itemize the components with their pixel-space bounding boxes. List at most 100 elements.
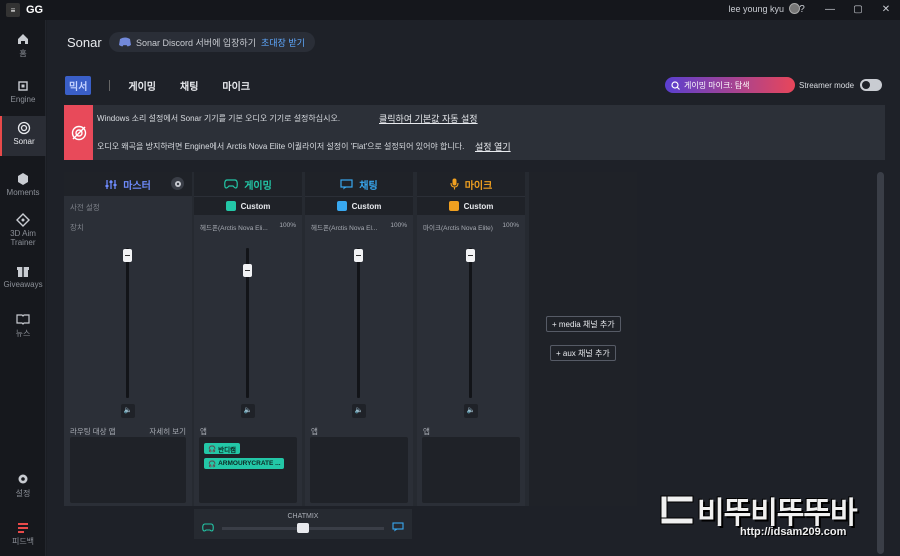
add-channel-area: + media 채널 추가 + aux 채널 추가 (529, 172, 637, 506)
gear-icon (18, 474, 28, 484)
sidebar-item-label: 피드백 (11, 537, 35, 546)
channel-title: 마이크 (464, 180, 493, 192)
device-name: 헤드폰(Arctis Nova El... (311, 225, 378, 232)
add-aux-channel-button[interactable]: + aux 채널 추가 (550, 345, 616, 361)
sonar-warning-icon (71, 125, 86, 140)
headphone-icon: 🎧 (208, 460, 217, 468)
watermark-logo-icon (660, 495, 694, 525)
mute-button[interactable]: 🔈 (352, 404, 366, 418)
gift-icon (17, 267, 29, 277)
app-chip[interactable]: 🎧 ARMOURYCRATE ... (204, 458, 284, 469)
mute-button[interactable]: 🔈 (241, 404, 255, 418)
app-logo: ≡ GG (6, 3, 43, 17)
chatmix-slider-knob[interactable] (297, 523, 309, 533)
discord-invite-link[interactable]: 초대장 받기 (261, 36, 305, 49)
streamer-mode: Streamer mode (799, 79, 883, 91)
tab-mic[interactable]: 마이크 (222, 78, 250, 93)
app-list: 🎧 반디캠 🎧 ARMOURYCRATE ... (199, 437, 297, 503)
maximize-button[interactable]: ▢ (844, 0, 872, 20)
setup-alert: Windows 소리 설정에서 Sonar 기기를 기본 오디오 기기로 설정하… (64, 105, 885, 160)
discord-icon (119, 37, 131, 47)
app-section-label: 앱 (311, 427, 318, 436)
add-media-channel-button[interactable]: + media 채널 추가 (546, 316, 621, 332)
sidebar-item-label: 3D Aim Trainer (10, 229, 36, 247)
sonar-icon (17, 121, 31, 135)
device-label: 장치 (70, 223, 84, 232)
streamer-mode-toggle[interactable] (860, 79, 883, 91)
tab-gaming[interactable]: 게이밍 (128, 78, 156, 93)
crosshair-icon (16, 213, 30, 227)
detail-link[interactable]: 자세히 보기 (149, 426, 186, 437)
close-button[interactable]: ✕ (872, 0, 900, 20)
sidebar-item-label: Giveaways (3, 280, 43, 289)
minimize-button[interactable]: — (816, 0, 844, 20)
help-button[interactable]: ? (788, 0, 816, 20)
device-row[interactable]: 헤드폰(Arctis Nova El... 100% (311, 222, 407, 232)
channel-title: 게이밍 (244, 180, 272, 192)
main-panel: Sonar Sonar Discord 서버에 입장하기 초대장 받기 믹서 게… (47, 20, 900, 556)
sidebar-item-feedback[interactable]: 피드백 (0, 520, 46, 547)
chat-icon (340, 178, 353, 189)
open-settings-link[interactable]: 설정 열기 (475, 140, 511, 153)
device-row[interactable]: 마이크(Arctis Nova Elite) 100% (423, 222, 519, 232)
channel-header: 마이크 (417, 172, 525, 196)
app-chip[interactable]: 🎧 반디캠 (204, 443, 241, 454)
preset-selector[interactable]: Custom (305, 197, 413, 215)
device-row[interactable]: 헤드폰(Arctis Nova Eli... 100% (200, 222, 296, 232)
device-volume: 100% (279, 222, 296, 229)
preset-icon (448, 201, 459, 211)
volume-slider-track[interactable] (469, 248, 472, 398)
preset-selector[interactable]: Custom (417, 197, 525, 215)
sidebar-item-engine[interactable]: Engine (0, 79, 46, 104)
headphone-icon: 🎧 (208, 445, 217, 453)
tab-separator (109, 79, 111, 91)
user-name[interactable]: lee young kyu (728, 4, 784, 14)
chat-icon (392, 522, 404, 532)
volume-slider-track[interactable] (357, 248, 360, 398)
mute-button[interactable]: 🔈 (464, 404, 478, 418)
tab-mixer[interactable]: 믹서 (65, 75, 92, 95)
title-bar: ≡ GG lee young kyu ? — ▢ ✕ (0, 0, 900, 20)
chatmix-panel: CHATMIX (194, 509, 412, 539)
sidebar-item-sonar[interactable]: Sonar (0, 116, 46, 156)
sidebar-item-home[interactable]: 홈 (0, 32, 46, 59)
gamepad-icon (224, 179, 239, 189)
game-mic-label: 게이밍 마이크: 탐색 (684, 80, 750, 90)
device-volume: 100% (502, 222, 519, 229)
channel-header: 채팅 (305, 172, 413, 196)
game-mic-button[interactable]: 게이밍 마이크: 탐색 (665, 77, 795, 93)
preset-selector[interactable]: Custom (194, 197, 302, 215)
sidebar-item-settings[interactable]: 설정 (0, 472, 46, 499)
preset-name: Custom (240, 201, 271, 211)
app-logo-icon: ≡ (6, 3, 20, 17)
tab-chat[interactable]: 채팅 (180, 78, 198, 93)
sidebar-item-moments[interactable]: Moments (0, 172, 46, 197)
mute-button[interactable]: 🔈 (121, 404, 135, 418)
sidebar-item-news[interactable]: 뉴스 (0, 312, 46, 339)
app-logo-text: GG (26, 4, 44, 16)
sidebar-item-label: 뉴스 (15, 329, 31, 338)
discord-banner[interactable]: Sonar Discord 서버에 입장하기 초대장 받기 (109, 32, 315, 52)
channel-header: 마스터 (64, 172, 192, 196)
volume-slider-knob[interactable] (354, 248, 363, 262)
sidebar-item-aim-trainer[interactable]: 3D Aim Trainer (0, 213, 46, 247)
volume-slider-knob[interactable] (243, 263, 252, 277)
discord-text: Sonar Discord 서버에 입장하기 (136, 37, 256, 48)
sidebar-item-label: Moments (6, 188, 40, 197)
channel-gaming: 게이밍 Custom 헤드폰(Arctis Nova Eli... 100% 🔈… (194, 172, 302, 506)
mixer-panel: 마스터 사전 설정 장치 🔈 라우팅 대상 앱 자세히 보기 게이밍 Custo… (64, 172, 637, 506)
channel-title: 채팅 (359, 180, 378, 192)
channel-mic: 마이크 Custom 마이크(Arctis Nova Elite) 100% 🔈… (417, 172, 525, 506)
watermark: 비뚜비뚜뚜바 http://idsam209.com (655, 488, 900, 556)
gamepad-icon (202, 523, 214, 532)
volume-slider-track[interactable] (126, 248, 129, 398)
preset-label: 사전 설정 (70, 203, 100, 212)
auto-set-default-link[interactable]: 클릭하여 기본값 자동 설정 (379, 112, 478, 125)
sidebar-item-giveaways[interactable]: Giveaways (0, 264, 46, 289)
preset-name: Custom (351, 201, 382, 211)
master-settings-button[interactable] (171, 177, 184, 190)
chip-icon (18, 81, 28, 91)
mic-search-icon (671, 80, 680, 90)
volume-slider-knob[interactable] (466, 248, 475, 262)
volume-slider-knob[interactable] (123, 248, 132, 262)
